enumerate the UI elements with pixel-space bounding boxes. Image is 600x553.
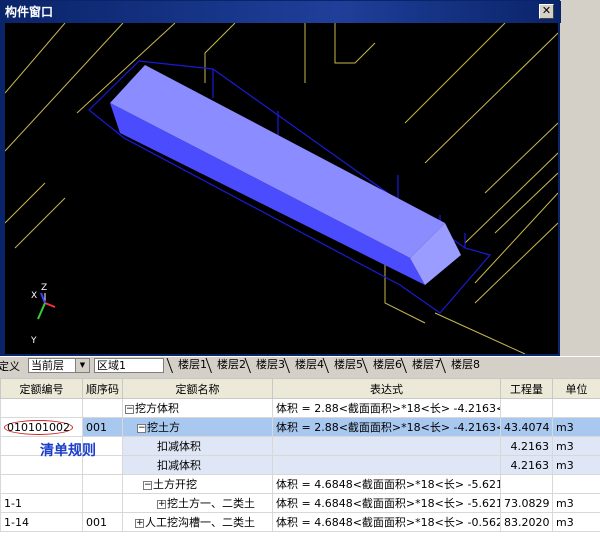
- floor-tab-6[interactable]: 楼层6: [367, 358, 404, 373]
- floor-scope-value: 当前层: [31, 359, 64, 372]
- cell-qty: 83.2020: [500, 512, 553, 532]
- cell-expr[interactable]: 体积 = 4.6848<截面面积>*18<长> -0.562: [272, 512, 501, 532]
- table-row[interactable]: 010101002 001 −挖土方 体积 = 2.88<截面面积>*18<长> -4…: [0, 417, 600, 437]
- col-header-name[interactable]: 定额名称: [122, 378, 273, 399]
- cell-expr[interactable]: 体积 = 4.6848<截面面积>*18<长> -5.621: [272, 493, 501, 513]
- component-box[interactable]: [110, 65, 461, 285]
- cell-unit: m3: [552, 455, 600, 475]
- grid-header-row: 定额编号 顺序码 定额名称 表达式 工程量 单位: [0, 378, 600, 399]
- cell-name[interactable]: −挖土方: [122, 417, 273, 437]
- table-row[interactable]: 1-14 001 +人工挖沟槽一、二类土 体积 = 4.6848<截面面积>*18<长…: [0, 512, 600, 532]
- col-header-seq[interactable]: 顺序码: [82, 378, 123, 399]
- cell-qty: 73.0829: [500, 493, 553, 513]
- floor-tab-3[interactable]: 楼层3: [250, 358, 287, 373]
- cell-unit: m3: [552, 493, 600, 513]
- 3d-viewport[interactable]: X Z Y: [5, 23, 558, 354]
- cell-name[interactable]: +挖土方一、二类土: [122, 493, 273, 513]
- cell-qty: 4.2163: [500, 455, 553, 475]
- name-value: 土方开挖: [153, 478, 197, 491]
- component-window: 构件窗口 ✕ X Z Y: [0, 0, 561, 356]
- cell-name[interactable]: −土方开挖: [122, 474, 273, 494]
- rule-annotation: 清单规则: [40, 443, 96, 459]
- cell-qty: 43.4074: [500, 417, 553, 437]
- code-value: 1-1: [4, 496, 22, 510]
- floor-tab-7[interactable]: 楼层7: [406, 358, 443, 373]
- collapse-icon[interactable]: −: [137, 423, 146, 433]
- cell-name[interactable]: 扣减体积: [122, 455, 273, 475]
- cell-code[interactable]: [0, 474, 83, 494]
- table-row[interactable]: −挖方体积 体积 = 2.88<截面面积>*18<长> -4.2163<: [0, 398, 600, 418]
- axes-indicator: X Z Y: [30, 283, 56, 346]
- name-value: 挖方体积: [135, 402, 179, 415]
- grid-body: −挖方体积 体积 = 2.88<截面面积>*18<长> -4.2163< 01010…: [0, 398, 600, 532]
- floor-tab-4[interactable]: 楼层4: [289, 358, 326, 373]
- floor-tab-1[interactable]: 楼层1: [172, 358, 209, 373]
- col-header-expr[interactable]: 表达式: [272, 378, 501, 399]
- area-value: 区域1: [97, 359, 126, 372]
- cell-seq[interactable]: [82, 398, 123, 418]
- floor-tab-8[interactable]: 楼层8: [445, 358, 482, 373]
- box-top-face: [110, 65, 445, 258]
- collapse-icon[interactable]: −: [125, 404, 134, 414]
- cell-name[interactable]: +人工挖沟槽一、二类土: [122, 512, 273, 532]
- name-value: 扣减体积: [157, 440, 201, 453]
- quota-grid: 定额编号 顺序码 定额名称 表达式 工程量 单位 −挖方体积 体积 = 2.88<…: [0, 378, 600, 553]
- close-button[interactable]: ✕: [539, 4, 554, 19]
- window-title: 构件窗口: [1, 1, 561, 23]
- expand-icon[interactable]: +: [157, 499, 166, 509]
- cell-qty: [500, 474, 553, 494]
- cell-expr[interactable]: [272, 436, 501, 456]
- name-value: 挖土方一、二类土: [167, 497, 255, 510]
- code-value: 010101002: [4, 419, 73, 435]
- cell-name[interactable]: 扣减体积: [122, 436, 273, 456]
- chevron-down-icon[interactable]: ▼: [75, 359, 89, 372]
- cell-expr[interactable]: [272, 455, 501, 475]
- col-header-code[interactable]: 定额编号: [0, 378, 83, 399]
- cell-expr[interactable]: 体积 = 2.88<截面面积>*18<长> -4.2163<: [272, 398, 501, 418]
- col-header-qty[interactable]: 工程量: [500, 378, 553, 399]
- cell-name[interactable]: −挖方体积: [122, 398, 273, 418]
- cell-expr[interactable]: 体积 = 4.6848<截面面积>*18<长> -5.621: [272, 474, 501, 494]
- axis-y-label: Y: [30, 336, 37, 346]
- cell-expr[interactable]: 体积 = 2.88<截面面积>*18<长> -4.2163<: [272, 417, 501, 437]
- cell-code[interactable]: 1-1: [0, 493, 83, 513]
- close-icon: ✕: [541, 4, 552, 17]
- cell-seq[interactable]: 001: [82, 417, 123, 437]
- cell-seq[interactable]: [82, 474, 123, 494]
- cell-unit: m3: [552, 417, 600, 437]
- area-select[interactable]: 区域1: [94, 358, 164, 373]
- cell-unit: m3: [552, 512, 600, 532]
- col-header-unit[interactable]: 单位: [552, 378, 600, 399]
- table-row[interactable]: 1-1 +挖土方一、二类土 体积 = 4.6848<截面面积>*18<长> -5.6…: [0, 493, 600, 513]
- cell-unit: m3: [552, 436, 600, 456]
- cell-qty: 4.2163: [500, 436, 553, 456]
- name-value: 人工挖沟槽一、二类土: [145, 516, 255, 529]
- axis-z-label: Z: [41, 283, 47, 293]
- name-value: 挖土方: [147, 421, 180, 434]
- collapse-icon[interactable]: −: [143, 480, 152, 490]
- axis-x-label: X: [31, 291, 37, 301]
- floor-tab-5[interactable]: 楼层5: [328, 358, 365, 373]
- cell-seq[interactable]: 001: [82, 512, 123, 532]
- definition-label: 定义: [0, 360, 20, 373]
- table-row[interactable]: −土方开挖 体积 = 4.6848<截面面积>*18<长> -5.621: [0, 474, 600, 494]
- cell-unit: [552, 398, 600, 418]
- cell-unit: [552, 474, 600, 494]
- cell-code[interactable]: 010101002: [0, 417, 83, 437]
- cell-seq[interactable]: [82, 493, 123, 513]
- code-value: 1-14: [4, 515, 29, 529]
- floor-scope-select[interactable]: 当前层 ▼: [28, 358, 90, 373]
- floor-tabstrip: 定义 当前层 ▼ 区域1 楼层1 楼层2 楼层3 楼层4 楼层5 楼层6 楼层7 楼层8: [0, 356, 600, 373]
- cell-code[interactable]: 1-14: [0, 512, 83, 532]
- cell-code[interactable]: [0, 398, 83, 418]
- floor-tab-2[interactable]: 楼层2: [211, 358, 248, 373]
- name-value: 扣减体积: [157, 459, 201, 472]
- cell-qty: [500, 398, 553, 418]
- expand-icon[interactable]: +: [135, 518, 144, 528]
